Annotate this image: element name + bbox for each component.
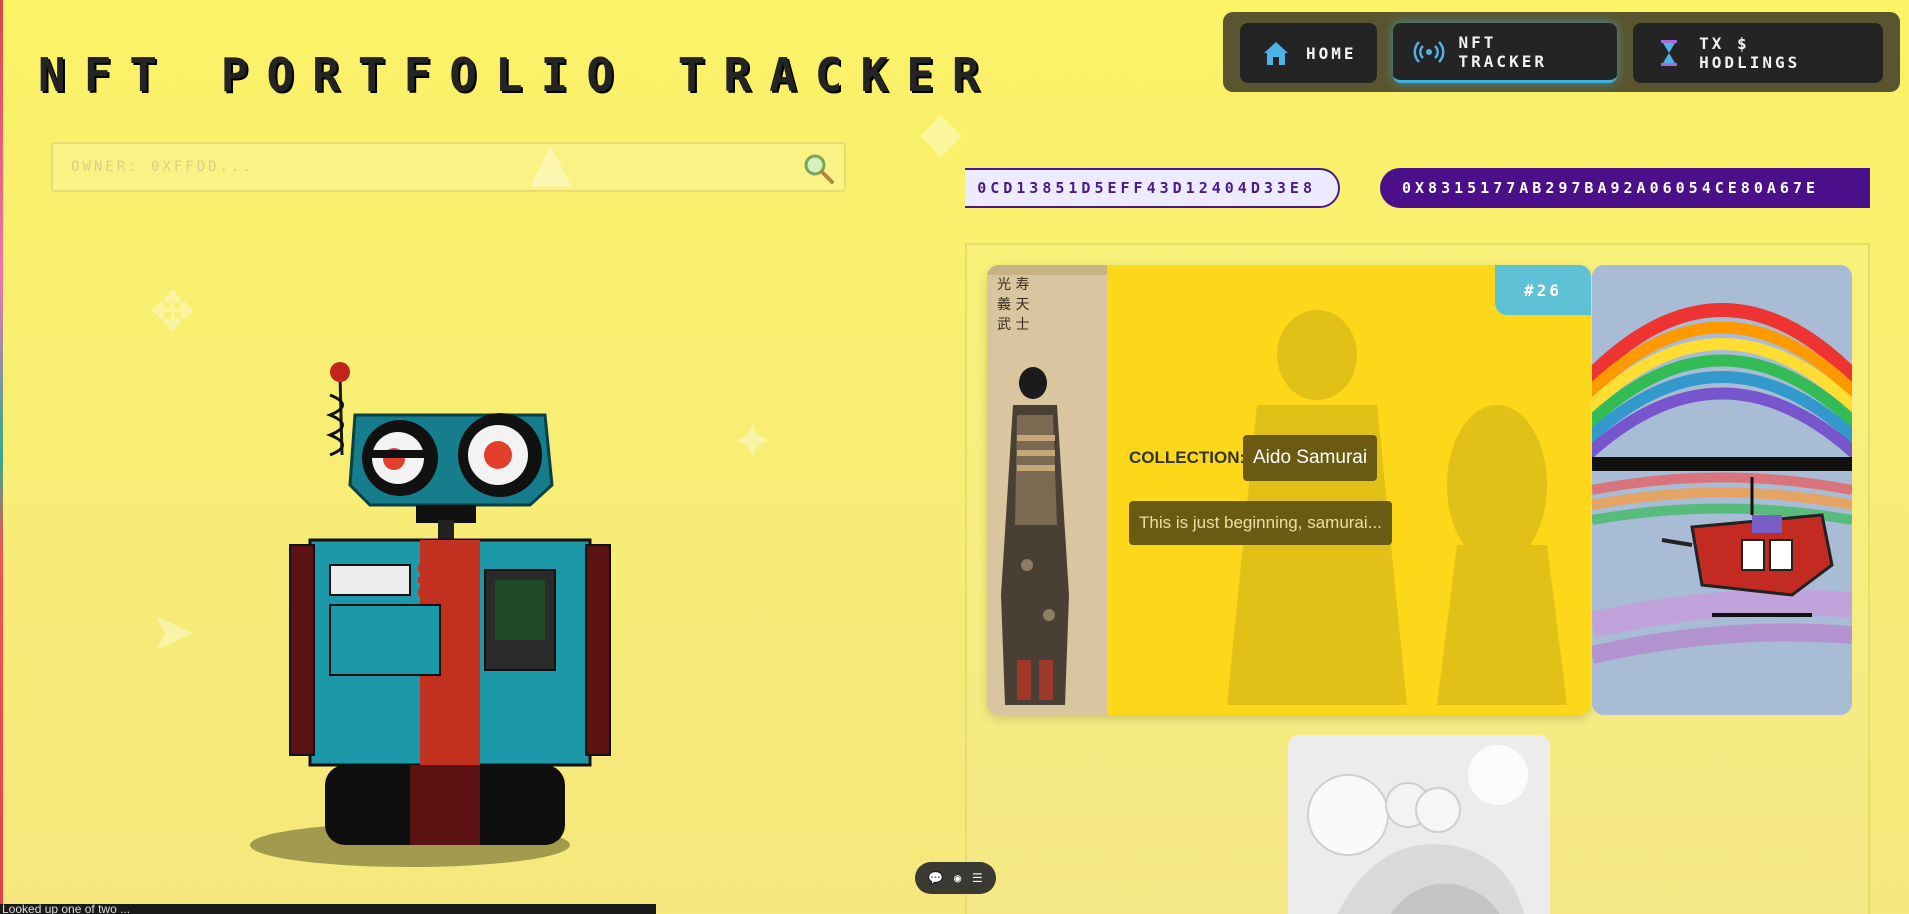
nav-tx-hodlings-label: TX $ HODLINGS xyxy=(1699,34,1801,72)
home-icon xyxy=(1264,42,1288,65)
pearl-artwork xyxy=(1288,735,1550,914)
status-bar: Looked up one of two ... xyxy=(0,904,656,914)
nft-card[interactable] xyxy=(1592,265,1852,715)
owner-search-input[interactable] xyxy=(53,144,783,190)
nav-tx-hodlings-button[interactable]: TX $ HODLINGS xyxy=(1633,23,1883,83)
controller-bg-icon: ✦ xyxy=(730,410,776,473)
left-edge-strip xyxy=(0,0,3,914)
dpad-bg-icon: ✥ xyxy=(150,280,196,343)
wallet-address-pill[interactable]: 0CD13851D5EFF43D12404D33E8 xyxy=(965,168,1340,208)
mini-toolbar: 💬 ◉ ☰ xyxy=(915,862,996,894)
svg-text:武 士: 武 士 xyxy=(997,317,1029,333)
nav-home-button[interactable]: HOME xyxy=(1240,23,1377,83)
nft-card[interactable] xyxy=(1288,735,1550,914)
wallet-address-pill[interactable]: 0X8315177AB297BA92A06054CE80A67E xyxy=(1380,168,1870,208)
collection-label: COLLECTION: xyxy=(1129,448,1246,467)
nav-nft-tracker-label: NFT TRACKER xyxy=(1458,32,1547,71)
main-nav: HOME NFT TRACKER TX $ HODLINGS xyxy=(1223,12,1900,92)
collection-name: Aido Samurai xyxy=(1243,435,1378,481)
page-title: NFT PORTFOLIO TRACKER xyxy=(38,48,998,102)
svg-text:光 寿: 光 寿 xyxy=(997,276,1029,293)
nft-gallery: 光 寿義 天武 士 #26 COLLECTION: Aido Samurai T… xyxy=(965,243,1870,914)
gamepad-bg-icon: ◆ xyxy=(920,100,962,163)
toggle-icon[interactable]: ◉ xyxy=(954,871,961,885)
menu-icon[interactable]: ☰ xyxy=(972,871,983,885)
address-ticker: 0CD13851D5EFF43D12404D33E8 0X8315177AB29… xyxy=(965,166,1870,210)
nav-nft-tracker-button[interactable]: NFT TRACKER xyxy=(1392,23,1618,83)
broadcast-icon xyxy=(1413,40,1444,63)
search-icon[interactable] xyxy=(802,152,836,186)
nft-description: This is just beginning, samurai... xyxy=(1129,501,1392,545)
token-id-badge: #26 xyxy=(1495,265,1591,315)
nav-home-label: HOME xyxy=(1306,43,1357,63)
robot-illustration xyxy=(250,362,611,867)
chat-icon[interactable]: 💬 xyxy=(928,871,943,885)
svg-text:義 天: 義 天 xyxy=(997,296,1029,313)
samurai-watermark xyxy=(1227,310,1567,705)
helicopter-artwork xyxy=(1592,265,1852,715)
samurai-artwork: 光 寿義 天武 士 xyxy=(987,265,1107,715)
nft-card[interactable]: 光 寿義 天武 士 #26 COLLECTION: Aido Samurai T… xyxy=(987,265,1591,715)
hourglass-icon xyxy=(1661,40,1678,66)
owner-search xyxy=(51,142,846,192)
